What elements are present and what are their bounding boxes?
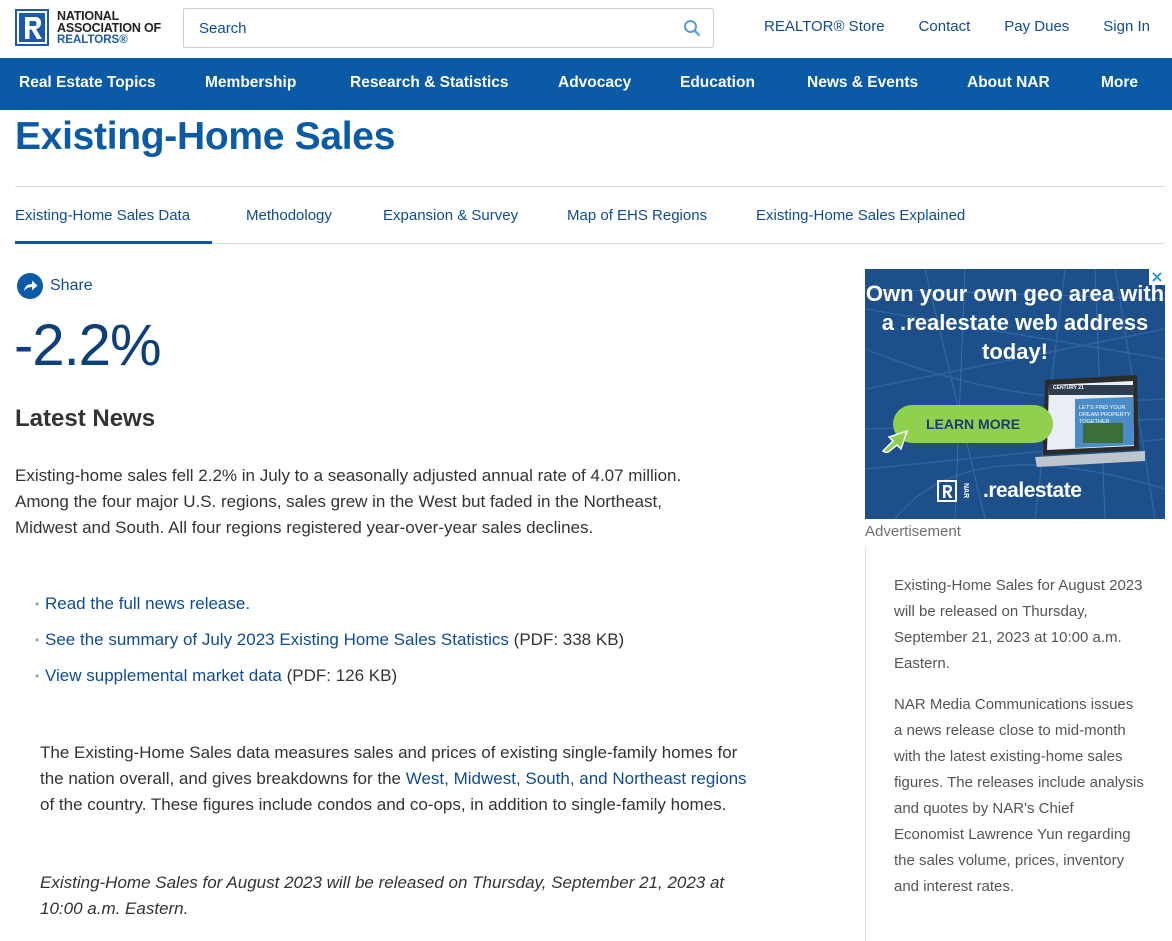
logo-line-1: NATIONAL — [57, 8, 120, 23]
list-item: See the summary of July 2023 Existing Ho… — [35, 628, 624, 652]
news-paragraph: Existing-home sales fell 2.2% in July to… — [15, 466, 682, 537]
laptop-screen-text: LET'S FIND YOUR DREAM PROPERTY TOGETHER — [1079, 405, 1131, 425]
nav-item-real-estate-topics[interactable]: Real Estate Topics — [19, 74, 156, 92]
search-icon[interactable] — [683, 19, 701, 42]
list-item: Read the full news release. — [35, 592, 624, 616]
link-suffix: (PDF: 338 KB) — [508, 630, 625, 649]
share-icon — [17, 273, 43, 299]
share-label: Share — [50, 277, 93, 294]
tab-existing-home-sales-explained[interactable]: Existing-Home Sales Explained — [756, 207, 965, 224]
brand-mark-text: NAR — [962, 483, 969, 499]
release-note: Existing-Home Sales for August 2023 will… — [40, 873, 725, 918]
realtor-r-logo-icon — [15, 9, 49, 46]
main-nav: Real Estate Topics Membership Research &… — [0, 58, 1172, 110]
nav-item-about-nar[interactable]: About NAR — [967, 74, 1050, 92]
tab-methodology[interactable]: Methodology — [246, 207, 332, 224]
logo-text: NATIONAL ASSOCIATION OF REALTORS® — [57, 8, 161, 46]
pay-dues-link[interactable]: Pay Dues — [1004, 18, 1069, 35]
active-tab-indicator — [15, 241, 212, 244]
headline-stat: -2.2% — [14, 313, 162, 378]
description-text-after: of the country. These figures include co… — [40, 795, 727, 814]
nav-item-advocacy[interactable]: Advocacy — [558, 74, 631, 92]
nar-logo[interactable]: NATIONAL ASSOCIATION OF REALTORS® — [15, 9, 161, 46]
nar-r-logo-icon — [937, 480, 957, 502]
tab-existing-home-sales-data[interactable]: Existing-Home Sales Data — [15, 207, 190, 224]
sidebar-media-text: NAR Media Communications issues a news r… — [894, 696, 1144, 895]
ad-brand: NAR .realestate — [937, 479, 1082, 503]
nav-item-research-statistics[interactable]: Research & Statistics — [350, 74, 509, 92]
nav-item-news-events[interactable]: News & Events — [807, 74, 918, 92]
regions-link[interactable]: West, Midwest, South, and Northeast regi… — [406, 769, 747, 788]
nav-item-education[interactable]: Education — [680, 74, 755, 92]
latest-news-heading: Latest News — [15, 405, 156, 432]
nav-item-membership[interactable]: Membership — [205, 74, 296, 92]
laptop-brand-text: CENTURY 21 — [1053, 385, 1084, 391]
summary-statistics-link[interactable]: See the summary of July 2023 Existing Ho… — [45, 630, 509, 649]
tab-map-of-ehs-regions[interactable]: Map of EHS Regions — [567, 207, 707, 224]
sidebar-info: Existing-Home Sales for August 2023 will… — [865, 547, 1165, 941]
logo-line-2: ASSOCIATION OF — [57, 20, 161, 35]
search-input[interactable] — [199, 18, 669, 38]
supplemental-data-link[interactable]: View supplemental market data — [45, 666, 282, 685]
share-button[interactable]: Share — [16, 272, 93, 300]
logo-line-3: REALTORS® — [57, 33, 128, 46]
link-suffix: (PDF: 126 KB) — [281, 666, 398, 685]
search-box — [183, 8, 714, 48]
page-title: Existing-Home Sales — [15, 115, 396, 158]
top-header: NATIONAL ASSOCIATION OF REALTORS® REALTO… — [0, 0, 1172, 58]
sub-tabs: Existing-Home Sales Data Methodology Exp… — [15, 186, 1165, 244]
ad-headline: Own your own geo area with a .realestate… — [865, 281, 1165, 364]
sign-in-link[interactable]: Sign In — [1103, 18, 1150, 35]
brand-domain: .realestate — [983, 479, 1082, 502]
advertisement-label: Advertisement — [865, 523, 961, 540]
ad-learn-more-button[interactable]: LEARN MORE — [893, 405, 1053, 443]
contact-link[interactable]: Contact — [919, 18, 971, 35]
list-item: View supplemental market data (PDF: 126 … — [35, 664, 624, 688]
sidebar-release-text: Existing-Home Sales for August 2023 will… — [894, 577, 1143, 672]
advertisement-banner[interactable]: Own your own geo area with a .realestate… — [865, 269, 1165, 519]
nav-item-more[interactable]: More — [1101, 74, 1138, 92]
full-news-release-link[interactable]: Read the full news release. — [45, 594, 250, 613]
cursor-arrow-icon — [881, 429, 909, 453]
description-paragraph: The Existing-Home Sales data measures sa… — [40, 740, 750, 818]
resource-links: Read the full news release. See the summ… — [35, 592, 624, 700]
utility-links: REALTOR® Store Contact Pay Dues Sign In — [764, 18, 1150, 35]
realtor-store-link[interactable]: REALTOR® Store — [764, 18, 885, 35]
tab-expansion-survey[interactable]: Expansion & Survey — [383, 207, 518, 224]
